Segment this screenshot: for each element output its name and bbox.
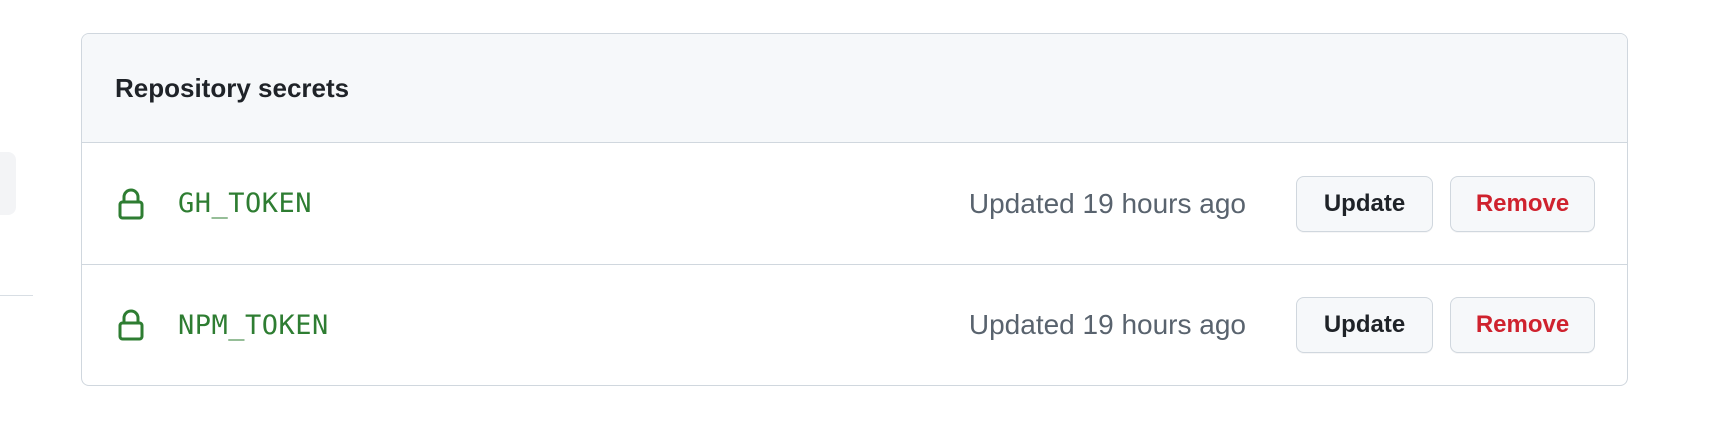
secrets-box-title: Repository secrets [115,72,350,103]
secret-name: GH_TOKEN [178,188,313,219]
remove-secret-button[interactable]: Remove [1450,175,1595,232]
secret-name: NPM_TOKEN [178,309,329,341]
sidebar-divider [0,295,33,296]
sidebar-item-fragment[interactable] [0,152,16,215]
update-secret-button[interactable]: Update [1296,175,1433,232]
secret-row-gh-token: GH_TOKEN Updated 19 hours ago Update Rem… [82,143,1627,264]
remove-secret-button[interactable]: Remove [1450,297,1595,353]
update-secret-button[interactable]: Update [1296,297,1433,353]
secret-updated-time: Updated 19 hours ago [968,309,1246,340]
repository-secrets-box: Repository secrets GH_TOKEN Updated 19 h… [81,33,1628,386]
secret-updated-time: Updated 19 hours ago [968,187,1246,219]
secret-row-npm-token: NPM_TOKEN Updated 19 hours ago Update Re… [82,264,1627,385]
secrets-box-header: Repository secrets [82,34,1627,143]
lock-icon [116,187,146,221]
page: Repository secrets GH_TOKEN Updated 19 h… [0,0,1728,434]
lock-icon [116,308,146,342]
